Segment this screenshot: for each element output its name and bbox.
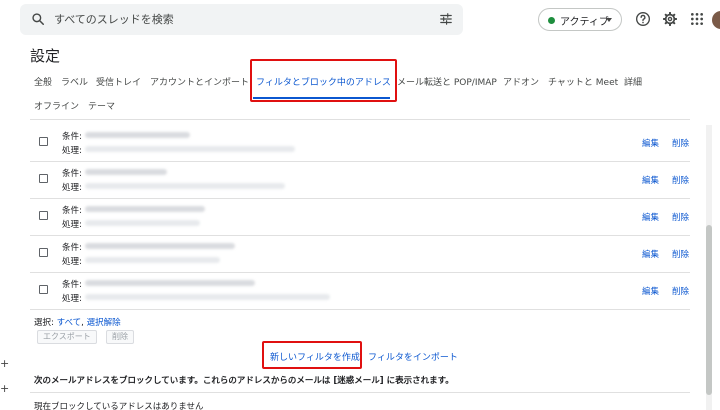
- tab-offline[interactable]: オフライン: [34, 99, 79, 112]
- caret-down-icon: [606, 18, 612, 22]
- select-prefix: 選択:: [34, 318, 57, 328]
- tabs-divider: [30, 119, 690, 120]
- blocked-divider: [30, 392, 690, 393]
- redacted-condition: [85, 132, 190, 138]
- tab-chat-meet[interactable]: チャットと Meet: [548, 75, 618, 88]
- action-label: 処理:: [62, 146, 82, 156]
- highlight-box-filters-tab: [250, 59, 397, 102]
- row-checkbox[interactable]: [39, 285, 48, 294]
- edit-link[interactable]: 編集: [642, 285, 659, 297]
- delete-link[interactable]: 削除: [672, 211, 689, 223]
- row-checkbox[interactable]: [39, 211, 48, 220]
- blocked-addresses-message: 次のメールアドレスをブロックしています。これらのアドレスからのメールは [迷惑メ…: [34, 376, 454, 386]
- search-input[interactable]: [54, 4, 434, 35]
- redacted-action: [85, 146, 295, 152]
- row-checkbox[interactable]: [39, 248, 48, 257]
- plus-icon[interactable]: +: [0, 357, 9, 370]
- delete-link[interactable]: 削除: [672, 137, 689, 149]
- redacted-action: [85, 294, 330, 300]
- redacted-action: [85, 257, 220, 263]
- tab-advanced[interactable]: 詳細: [624, 75, 642, 88]
- action-label: 処理:: [62, 183, 82, 193]
- edit-link[interactable]: 編集: [642, 174, 659, 186]
- highlight-box-create-filter: [262, 341, 362, 369]
- redacted-condition: [85, 280, 255, 286]
- tab-forwarding-pop-imap[interactable]: メール転送と POP/IMAP: [397, 75, 497, 88]
- search-box[interactable]: [20, 4, 463, 35]
- tab-general[interactable]: 全般: [34, 75, 52, 88]
- scrollbar-thumb[interactable]: [706, 225, 712, 395]
- row-checkbox[interactable]: [39, 137, 48, 146]
- action-label: 処理:: [62, 257, 82, 267]
- edit-link[interactable]: 編集: [642, 211, 659, 223]
- filter-row: 条件: 処理: 編集 削除: [30, 236, 690, 273]
- no-blocked-text: 現在ブロックしているアドレスはありません: [34, 402, 204, 410]
- help-icon[interactable]: [635, 11, 651, 27]
- delete-link[interactable]: 削除: [672, 285, 689, 297]
- status-label: アクティブ: [560, 17, 609, 28]
- condition-label: 条件:: [62, 206, 82, 216]
- condition-label: 条件:: [62, 169, 82, 179]
- status-dropdown[interactable]: アクティブ: [538, 8, 622, 31]
- delete-selected-button[interactable]: 削除: [106, 330, 134, 344]
- redacted-action: [85, 183, 285, 189]
- tab-inbox[interactable]: 受信トレイ: [96, 75, 141, 88]
- plus-icon[interactable]: +: [0, 382, 9, 395]
- select-controls: 選択: すべて, 選択解除: [34, 316, 121, 328]
- redacted-condition: [85, 169, 167, 175]
- tab-themes[interactable]: テーマ: [88, 99, 115, 112]
- edit-link[interactable]: 編集: [642, 248, 659, 260]
- redacted-condition: [85, 243, 235, 249]
- condition-label: 条件:: [62, 132, 82, 142]
- tune-icon[interactable]: [439, 12, 453, 26]
- tab-accounts-import[interactable]: アカウントとインポート: [150, 75, 249, 88]
- select-none-link[interactable]: 選択解除: [87, 318, 121, 328]
- condition-label: 条件:: [62, 280, 82, 290]
- select-all-link[interactable]: すべて: [57, 318, 82, 328]
- import-filter-link[interactable]: フィルタをインポート: [368, 350, 458, 363]
- status-dot-icon: [548, 17, 555, 24]
- filter-row: 条件: 処理: 編集 削除: [30, 125, 690, 162]
- filter-row: 条件: 処理: 編集 削除: [30, 273, 690, 310]
- page-title: 設定: [30, 47, 61, 65]
- redacted-action: [85, 220, 200, 226]
- row-checkbox[interactable]: [39, 174, 48, 183]
- gear-icon[interactable]: [662, 11, 678, 27]
- apps-icon[interactable]: [689, 11, 705, 27]
- filter-row: 条件: 処理: 編集 削除: [30, 162, 690, 199]
- action-label: 処理:: [62, 294, 82, 304]
- tab-labels[interactable]: ラベル: [61, 75, 88, 88]
- edit-link[interactable]: 編集: [642, 137, 659, 149]
- top-bar: アクティブ: [0, 0, 720, 40]
- condition-label: 条件:: [62, 243, 82, 253]
- delete-link[interactable]: 削除: [672, 248, 689, 260]
- export-button[interactable]: エクスポート: [37, 330, 97, 344]
- redacted-condition: [85, 206, 205, 212]
- action-label: 処理:: [62, 220, 82, 230]
- tab-addons[interactable]: アドオン: [503, 75, 539, 88]
- search-icon[interactable]: [31, 12, 45, 26]
- filter-row: 条件: 処理: 編集 削除: [30, 199, 690, 236]
- avatar[interactable]: [712, 11, 720, 29]
- delete-link[interactable]: 削除: [672, 174, 689, 186]
